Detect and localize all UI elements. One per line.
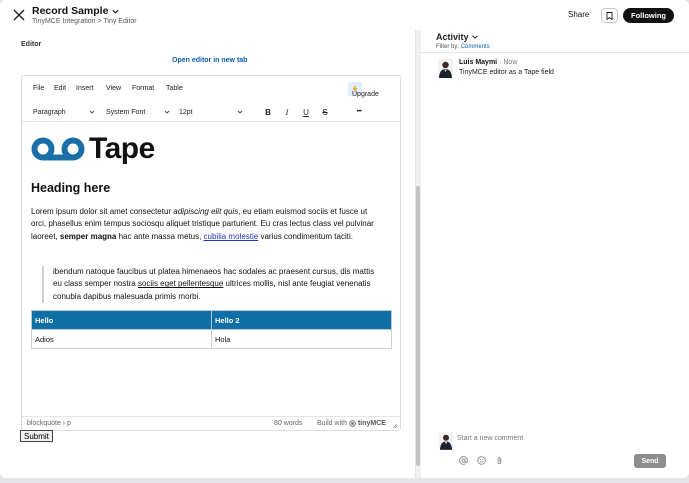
comment-tools: [458, 455, 504, 465]
tinymce-brand: tinyMCE: [357, 420, 386, 427]
menu-file[interactable]: File: [33, 85, 44, 92]
filter-prefix: Filter by:: [436, 44, 460, 50]
font-size-select[interactable]: 12pt: [176, 105, 246, 119]
font-family-select[interactable]: System Font: [103, 105, 173, 119]
italic-button[interactable]: I: [280, 105, 294, 119]
rich-text-editor[interactable]: File Edit Insert View Format Table Upgra…: [21, 75, 401, 431]
scrollbar-thumb[interactable]: [416, 186, 420, 466]
paragraph-text: Lorem ipsum dolor sit amet consectetur: [31, 207, 174, 216]
filter-value: Comments: [460, 44, 490, 50]
table-header-row: Hello Hello 2: [31, 310, 392, 330]
tape-logo-text: Tape: [89, 132, 155, 165]
attachment-icon[interactable]: [494, 455, 504, 465]
bold-button[interactable]: B: [261, 105, 275, 119]
table-cell[interactable]: Adios: [31, 329, 212, 349]
paragraph-bold: semper magna: [59, 231, 117, 241]
bookmark-icon: [606, 11, 613, 20]
field-label: Editor: [21, 41, 42, 48]
table-header-cell[interactable]: Hello: [31, 310, 212, 330]
bookmark-button[interactable]: [601, 8, 618, 23]
avatar: [438, 59, 453, 78]
submit-button[interactable]: Submit: [20, 430, 53, 442]
modal-header: Record Sample TinyMCE Integration > Tiny…: [0, 0, 689, 30]
following-button[interactable]: Following: [623, 8, 674, 23]
close-icon[interactable]: [13, 9, 25, 21]
breadcrumb[interactable]: TinyMCE Integration > Tiny Editor: [32, 18, 137, 25]
user-avatar-icon: [439, 432, 453, 450]
emoji-icon[interactable]: [476, 455, 486, 465]
chevron-down-icon: [89, 110, 95, 114]
activity-separator: ·: [499, 59, 502, 66]
paragraph-link[interactable]: cubilia molestie: [204, 232, 259, 241]
editor-content[interactable]: Tape Heading here Lorem ipsum dolor sit …: [22, 123, 400, 416]
strikethrough-button[interactable]: S: [318, 105, 332, 119]
avatar: [439, 432, 453, 450]
activity-panel: Activity Filter by: Comments Luis Maymi …: [421, 30, 689, 478]
editor-toolbar: Paragraph System Font 12pt B I U S •••: [22, 102, 400, 122]
element-path[interactable]: blockquote › p: [27, 420, 71, 427]
block-format-value: Paragraph: [33, 108, 66, 116]
paragraph-italic: adipiscing elit quis: [173, 207, 239, 216]
mention-icon[interactable]: [458, 455, 468, 465]
underline-button[interactable]: U: [299, 105, 313, 119]
content-table[interactable]: Hello Hello 2 Adios Hola: [31, 310, 392, 349]
content-blockquote: ibendum natoque faucibus ut platea himen…: [42, 266, 382, 304]
record-modal: Record Sample TinyMCE Integration > Tiny…: [0, 0, 689, 478]
chevron-down-icon: [237, 110, 243, 114]
table-header-cell[interactable]: Hello 2: [211, 310, 392, 330]
built-with-text: Build with: [317, 420, 347, 427]
menu-format[interactable]: Format: [132, 85, 154, 92]
activity-time: Now: [503, 59, 518, 66]
content-heading: Heading here: [31, 181, 111, 195]
menu-edit[interactable]: Edit: [54, 85, 66, 92]
blockquote-underline: sociis eget pellentesque: [137, 279, 224, 289]
user-avatar-icon: [438, 59, 453, 78]
table-row: Adios Hola: [31, 329, 392, 349]
menu-view[interactable]: View: [106, 85, 121, 92]
activity-title[interactable]: Activity: [436, 32, 479, 42]
paragraph-text: varius condimentum taciti.: [258, 231, 353, 241]
word-count[interactable]: 80 words: [274, 420, 302, 427]
menu-insert[interactable]: Insert: [76, 85, 94, 92]
chevron-down-icon: [112, 9, 120, 14]
chevron-down-icon: [471, 35, 478, 39]
activity-author-line: Luis Maymi · Now: [459, 59, 517, 66]
activity-divider: [421, 52, 689, 53]
record-title[interactable]: Record Sample: [32, 5, 120, 17]
tape-logo: Tape: [31, 132, 155, 166]
upgrade-button[interactable]: Upgrade: [348, 82, 379, 98]
menu-table[interactable]: Table: [166, 85, 183, 92]
content-paragraph: Lorem ipsum dolor sit amet consectetur a…: [31, 206, 383, 243]
activity-filter[interactable]: Filter by: Comments: [436, 44, 490, 50]
tape-logo-icon: [31, 137, 85, 161]
upgrade-label: Upgrade: [352, 91, 379, 98]
activity-title-text: Activity: [436, 32, 469, 42]
block-format-select[interactable]: Paragraph: [30, 105, 98, 119]
comment-input[interactable]: [457, 435, 577, 442]
font-family-value: System Font: [106, 108, 146, 116]
editor-statusbar: blockquote › p 80 words Build with tinyM…: [22, 416, 400, 430]
share-button[interactable]: Share: [568, 10, 589, 19]
resize-handle-icon[interactable]: [392, 423, 397, 428]
table-cell[interactable]: Hola: [211, 329, 392, 349]
paragraph-text: hac ante massa metus,: [116, 231, 204, 241]
tinymce-branding[interactable]: Build with tinyMCE: [317, 420, 386, 427]
font-size-value: 12pt: [179, 108, 193, 116]
activity-text: TinyMCE editor as a Tape field: [459, 69, 554, 76]
chevron-down-icon: [164, 110, 170, 114]
tinymce-logo-icon: [349, 420, 356, 427]
open-in-new-tab-link[interactable]: Open editor in new tab: [172, 57, 247, 64]
editor-panel: Editor Open editor in new tab File Edit …: [0, 30, 415, 478]
more-options-button[interactable]: •••: [352, 105, 366, 119]
record-title-text: Record Sample: [32, 5, 109, 17]
send-button[interactable]: Send: [634, 454, 666, 468]
editor-menubar: File Edit Insert View Format Table Upgra…: [22, 76, 400, 102]
activity-author[interactable]: Luis Maymi: [459, 59, 497, 66]
